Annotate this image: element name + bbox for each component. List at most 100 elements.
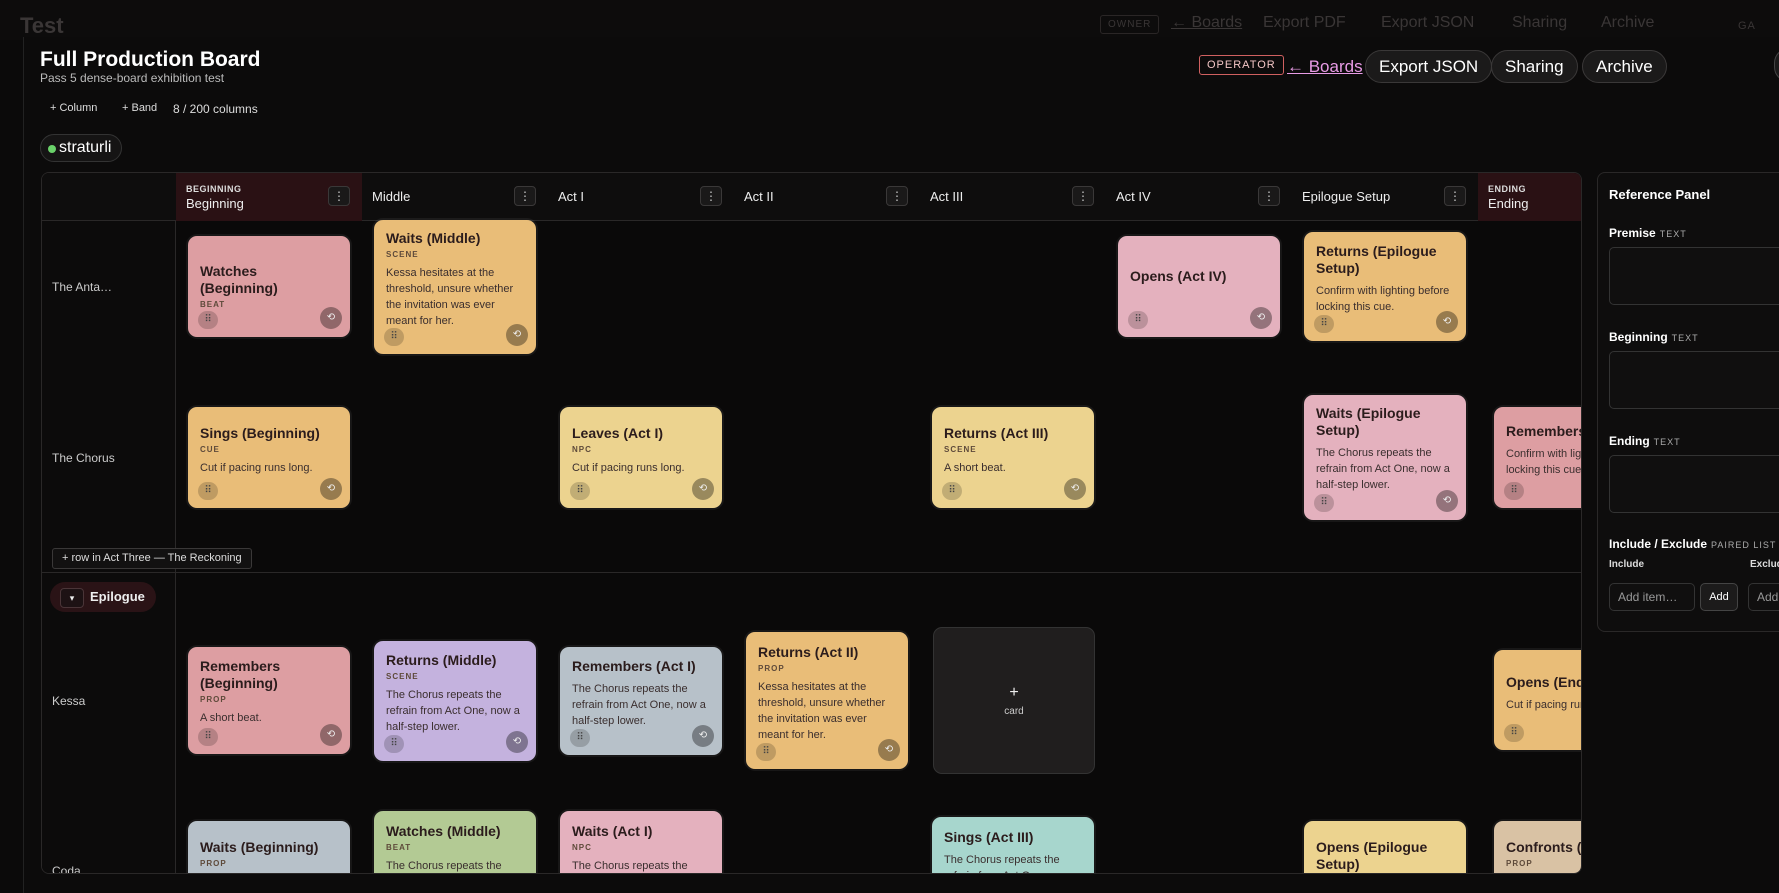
background-archive-button[interactable]: Archive: [1601, 14, 1654, 32]
card[interactable]: Waits (Epilogue Setup) The Chorus repeat…: [1304, 395, 1466, 520]
sharing-button[interactable]: Sharing: [1491, 50, 1578, 83]
beginning-field[interactable]: [1609, 351, 1779, 409]
chevron-down-icon[interactable]: ▾: [60, 587, 84, 608]
column-header-act-i[interactable]: Act I ⋮: [548, 173, 734, 221]
column-menu-icon[interactable]: ⋮: [328, 186, 350, 206]
cycle-icon[interactable]: ⟲: [320, 307, 342, 329]
card-title: Sings (Beginning): [200, 425, 320, 441]
card[interactable]: Waits (Act I) NPC The Chorus repeats the: [560, 811, 722, 873]
card-title: Leaves (Act I): [572, 425, 664, 441]
card[interactable]: Remembers (Ending) Confirm with lighting…: [1494, 407, 1582, 508]
export-json-button[interactable]: Export JSON: [1365, 50, 1493, 83]
cycle-icon[interactable]: ⟲: [692, 478, 714, 500]
column-name: Beginning: [186, 196, 244, 211]
drag-handle-icon[interactable]: ⠿: [384, 328, 404, 346]
cycle-icon[interactable]: ⟲: [506, 731, 528, 753]
card-type: BEAT: [200, 300, 226, 309]
include-add-button[interactable]: Add: [1700, 583, 1738, 611]
card-body: A short beat.: [944, 462, 1006, 474]
cycle-icon[interactable]: ⟲: [320, 724, 342, 746]
background-sharing-button[interactable]: Sharing: [1512, 14, 1567, 32]
field-label-ending: Ending TEXT: [1609, 434, 1681, 448]
card-title: Waits (Beginning): [200, 839, 319, 855]
drag-handle-icon[interactable]: ⠿: [198, 482, 218, 500]
column-header-middle[interactable]: Middle ⋮: [362, 173, 548, 221]
card[interactable]: Confronts (Ending) PROP: [1494, 821, 1581, 873]
drag-handle-icon[interactable]: ⠿: [1314, 315, 1334, 333]
drag-handle-icon[interactable]: ⠿: [1504, 482, 1524, 500]
drag-handle-icon[interactable]: ⠿: [570, 482, 590, 500]
background-boards-link[interactable]: ← Boards: [1171, 14, 1242, 32]
background-export-json-button[interactable]: Export JSON: [1381, 14, 1474, 32]
add-column-button[interactable]: + Column: [50, 102, 97, 114]
card[interactable]: Returns (Middle) SCENE The Chorus repeat…: [374, 641, 536, 761]
card[interactable]: Waits (Middle) SCENE Kessa hesitates at …: [374, 220, 536, 354]
cycle-icon[interactable]: ⟲: [1436, 490, 1458, 512]
premise-field[interactable]: [1609, 247, 1779, 305]
drag-handle-icon[interactable]: ⠿: [384, 735, 404, 753]
card[interactable]: Sings (Beginning) CUE Cut if pacing runs…: [188, 407, 350, 508]
card[interactable]: Opens (Epilogue Setup): [1304, 821, 1466, 873]
cycle-icon[interactable]: ⟲: [1436, 311, 1458, 333]
archive-button[interactable]: Archive: [1582, 50, 1667, 83]
column-header-act-iii[interactable]: Act III ⋮: [920, 173, 1106, 221]
card-title: Opens (Act IV): [1130, 268, 1227, 284]
drag-handle-icon[interactable]: ⠿: [1128, 311, 1148, 329]
avatar[interactable]: GA: [1738, 20, 1756, 32]
column-menu-icon[interactable]: ⋮: [1444, 186, 1466, 206]
column-header-act-ii[interactable]: Act II ⋮: [734, 173, 920, 221]
panel-title: Reference Panel: [1609, 187, 1711, 202]
column-header-act-iv[interactable]: Act IV ⋮: [1106, 173, 1292, 221]
card[interactable]: Returns (Act II) PROP Kessa hesitates at…: [746, 632, 908, 769]
exclude-input[interactable]: Add: [1748, 583, 1779, 611]
drag-handle-icon[interactable]: ⠿: [756, 743, 776, 761]
field-label-include-exclude: Include / Exclude PAIRED LIST: [1609, 537, 1776, 551]
cycle-icon[interactable]: ⟲: [1064, 478, 1086, 500]
card[interactable]: Opens (Ending) Cut if pacing runs long. …: [1494, 650, 1581, 750]
card[interactable]: Returns (Act III) SCENE A short beat. ⠿ …: [932, 407, 1094, 508]
add-card-button[interactable]: + card: [933, 627, 1095, 774]
column-header-beginning[interactable]: BEGINNING Beginning ⋮: [176, 173, 362, 221]
card-title: Remembers (Ending): [1506, 423, 1582, 439]
cycle-icon[interactable]: ⟲: [692, 725, 714, 747]
card[interactable]: Remembers (Beginning) PROP A short beat.…: [188, 647, 350, 754]
boards-link[interactable]: ← Boards: [1287, 57, 1363, 77]
column-menu-icon[interactable]: ⋮: [700, 186, 722, 206]
column-menu-icon[interactable]: ⋮: [1072, 186, 1094, 206]
add-band-button[interactable]: + Band: [122, 102, 157, 114]
add-row-button[interactable]: + row in Act Three — The Reckoning: [52, 548, 252, 569]
card[interactable]: Remembers (Act I) The Chorus repeats the…: [560, 647, 722, 755]
drag-handle-icon[interactable]: ⠿: [942, 482, 962, 500]
drag-handle-icon[interactable]: ⠿: [1504, 724, 1524, 742]
card-title: Opens (Epilogue Setup): [1316, 839, 1428, 872]
card[interactable]: Opens (Act IV) ⠿ ⟲: [1118, 236, 1280, 337]
column-menu-icon[interactable]: ⋮: [1258, 186, 1280, 206]
cycle-icon[interactable]: ⟲: [878, 739, 900, 761]
drag-handle-icon[interactable]: ⠿: [198, 728, 218, 746]
card-body: The Chorus repeats the: [386, 860, 502, 872]
drag-handle-icon[interactable]: ⠿: [198, 311, 218, 329]
cycle-icon[interactable]: ⟲: [506, 324, 528, 346]
drag-handle-icon[interactable]: ⠿: [1314, 494, 1334, 512]
column-menu-icon[interactable]: ⋮: [514, 186, 536, 206]
cycle-icon[interactable]: ⟲: [1250, 307, 1272, 329]
ending-field[interactable]: [1609, 455, 1779, 513]
export-pdf-button[interactable]: Export PDF: [1263, 14, 1346, 32]
column-menu-icon[interactable]: ⋮: [886, 186, 908, 206]
presence-user: straturli: [59, 139, 112, 156]
field-label-text: Include / Exclude: [1609, 537, 1708, 551]
card[interactable]: Sings (Act III) The Chorus repeats the r…: [932, 817, 1094, 873]
card[interactable]: Waits (Beginning) PROP: [188, 821, 350, 873]
card[interactable]: Watches (Middle) BEAT The Chorus repeats…: [374, 811, 536, 873]
drag-handle-icon[interactable]: ⠿: [570, 729, 590, 747]
card-body: Kessa hesitates at the threshold, unsure…: [386, 267, 514, 327]
band-toggle-epilogue[interactable]: ▾ Epilogue: [50, 582, 156, 612]
column-header-epilogue-setup[interactable]: Epilogue Setup ⋮: [1292, 173, 1478, 221]
card[interactable]: Returns (Epilogue Setup) Confirm with li…: [1304, 232, 1466, 341]
column-header-ending[interactable]: ENDING Ending: [1478, 173, 1581, 221]
card-type: SCENE: [386, 250, 419, 259]
card[interactable]: Leaves (Act I) NPC Cut if pacing runs lo…: [560, 407, 722, 508]
card[interactable]: Watches (Beginning) BEAT ⠿ ⟲: [188, 236, 350, 337]
cycle-icon[interactable]: ⟲: [320, 478, 342, 500]
include-input[interactable]: Add item…: [1609, 583, 1695, 611]
